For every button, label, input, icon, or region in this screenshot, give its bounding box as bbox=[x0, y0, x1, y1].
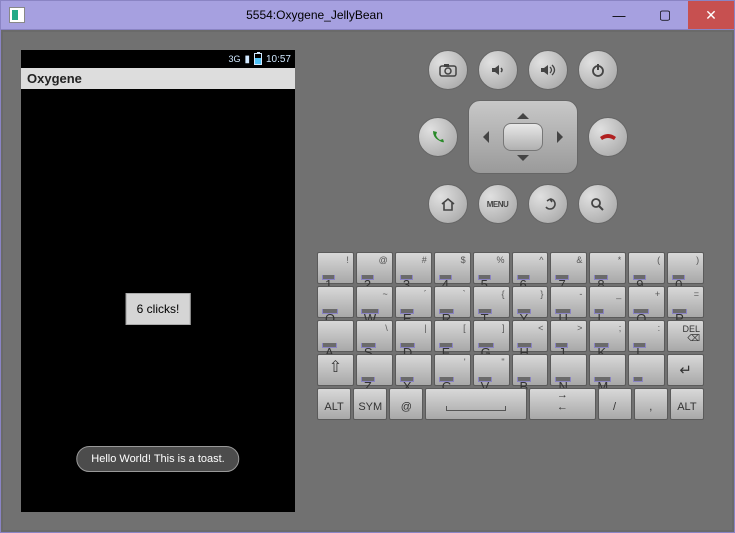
key-c[interactable]: C' bbox=[434, 354, 471, 386]
key-i[interactable]: I_ bbox=[589, 286, 626, 318]
key-0[interactable]: 0) bbox=[667, 252, 704, 284]
key-d[interactable]: D| bbox=[395, 320, 432, 352]
app-content[interactable]: 6 clicks! Hello World! This is a toast. bbox=[21, 89, 295, 512]
key-n[interactable]: N bbox=[550, 354, 587, 386]
key-m[interactable]: M bbox=[589, 354, 626, 386]
key-at[interactable]: @ bbox=[389, 388, 423, 420]
dpad-center[interactable] bbox=[503, 123, 543, 151]
key-sym[interactable]: SYM bbox=[353, 388, 387, 420]
maximize-button[interactable]: ▢ bbox=[642, 1, 688, 29]
click-counter-button[interactable]: 6 clicks! bbox=[126, 293, 191, 325]
key-slash[interactable]: / bbox=[598, 388, 632, 420]
volume-up-button[interactable] bbox=[528, 50, 568, 90]
key-h[interactable]: H< bbox=[512, 320, 549, 352]
search-button[interactable] bbox=[578, 184, 618, 224]
clock: 10:57 bbox=[266, 54, 291, 65]
call-button[interactable] bbox=[418, 117, 458, 157]
key-b[interactable]: B bbox=[512, 354, 549, 386]
key-alt-left[interactable]: ALT bbox=[317, 388, 351, 420]
key-q[interactable]: Q bbox=[317, 286, 354, 318]
dpad-left[interactable] bbox=[477, 131, 489, 143]
key-u[interactable]: U- bbox=[550, 286, 587, 318]
keyboard: 1!2@3#4$5%6^7&8*9(0) QW~E´R`T{Y}U-I_O+P=… bbox=[313, 252, 732, 420]
close-button[interactable]: ✕ bbox=[688, 1, 734, 29]
key-alt-right[interactable]: ALT bbox=[670, 388, 704, 420]
key-s[interactable]: S\ bbox=[356, 320, 393, 352]
key-enter[interactable]: ↵ bbox=[667, 354, 704, 386]
key-row-3: AS\D|F[G]H<J>K;L:DEL⌫ bbox=[317, 320, 704, 352]
key-y[interactable]: Y} bbox=[512, 286, 549, 318]
back-button[interactable] bbox=[528, 184, 568, 224]
key-p[interactable]: P= bbox=[667, 286, 704, 318]
key-2[interactable]: 2@ bbox=[356, 252, 393, 284]
key-row-5: ALTSYM@→←/,ALT bbox=[317, 388, 704, 420]
hardware-buttons: MENU bbox=[418, 50, 628, 224]
key-1[interactable]: 1! bbox=[317, 252, 354, 284]
dpad-down[interactable] bbox=[517, 155, 529, 167]
window-titlebar: 5554:Oxygene_JellyBean — ▢ ✕ bbox=[0, 0, 735, 30]
key-row-4: ⇧ZXC'V"BNM.↵ bbox=[317, 354, 704, 386]
status-bar: 3G ▮ 10:57 bbox=[21, 50, 295, 68]
power-button[interactable] bbox=[578, 50, 618, 90]
dpad-up[interactable] bbox=[517, 107, 529, 119]
key-x[interactable]: X bbox=[395, 354, 432, 386]
signal-icon: ▮ bbox=[244, 54, 250, 65]
key-space[interactable] bbox=[425, 388, 527, 420]
toast-message: Hello World! This is a toast. bbox=[76, 446, 239, 472]
key-6[interactable]: 6^ bbox=[512, 252, 549, 284]
key-4[interactable]: 4$ bbox=[434, 252, 471, 284]
key-row-2: QW~E´R`T{Y}U-I_O+P= bbox=[317, 286, 704, 318]
key-shift[interactable]: ⇧ bbox=[317, 354, 354, 386]
key-k[interactable]: K; bbox=[589, 320, 626, 352]
key-v[interactable]: V" bbox=[473, 354, 510, 386]
key-f[interactable]: F[ bbox=[434, 320, 471, 352]
key-l[interactable]: L: bbox=[628, 320, 665, 352]
key-9[interactable]: 9( bbox=[628, 252, 665, 284]
camera-button[interactable] bbox=[428, 50, 468, 90]
key-z[interactable]: Z bbox=[356, 354, 393, 386]
key-a[interactable]: A bbox=[317, 320, 354, 352]
key-g[interactable]: G] bbox=[473, 320, 510, 352]
volume-down-button[interactable] bbox=[478, 50, 518, 90]
key-5[interactable]: 5% bbox=[473, 252, 510, 284]
phone-screen[interactable]: 3G ▮ 10:57 Oxygene 6 clicks! Hello World… bbox=[21, 50, 295, 512]
app-icon bbox=[9, 7, 25, 23]
key-comma[interactable]: , bbox=[634, 388, 668, 420]
battery-icon bbox=[254, 53, 262, 65]
dpad bbox=[468, 100, 578, 174]
minimize-button[interactable]: — bbox=[596, 1, 642, 29]
menu-button[interactable]: MENU bbox=[478, 184, 518, 224]
key-t[interactable]: T{ bbox=[473, 286, 510, 318]
app-title-bar: Oxygene bbox=[21, 68, 295, 89]
key-arrows[interactable]: →← bbox=[529, 388, 595, 420]
key-e[interactable]: E´ bbox=[395, 286, 432, 318]
key-row-1: 1!2@3#4$5%6^7&8*9(0) bbox=[317, 252, 704, 284]
key-w[interactable]: W~ bbox=[356, 286, 393, 318]
key-j[interactable]: J> bbox=[550, 320, 587, 352]
network-indicator: 3G bbox=[228, 54, 240, 64]
key-3[interactable]: 3# bbox=[395, 252, 432, 284]
phone-frame: 3G ▮ 10:57 Oxygene 6 clicks! Hello World… bbox=[3, 32, 313, 530]
dpad-right[interactable] bbox=[557, 131, 569, 143]
key-r[interactable]: R` bbox=[434, 286, 471, 318]
emulator-body: 3G ▮ 10:57 Oxygene 6 clicks! Hello World… bbox=[0, 30, 735, 533]
key-8[interactable]: 8* bbox=[589, 252, 626, 284]
key-o[interactable]: O+ bbox=[628, 286, 665, 318]
key-7[interactable]: 7& bbox=[550, 252, 587, 284]
window-title: 5554:Oxygene_JellyBean bbox=[33, 8, 596, 22]
window-controls: — ▢ ✕ bbox=[596, 1, 734, 29]
home-button[interactable] bbox=[428, 184, 468, 224]
key-delete[interactable]: DEL⌫ bbox=[667, 320, 704, 352]
key-.[interactable]: . bbox=[628, 354, 665, 386]
end-call-button[interactable] bbox=[588, 117, 628, 157]
hardware-panel: MENU 1!2@3#4$5%6^7&8*9(0) QW~E´R`T{Y}U-I… bbox=[313, 32, 732, 530]
